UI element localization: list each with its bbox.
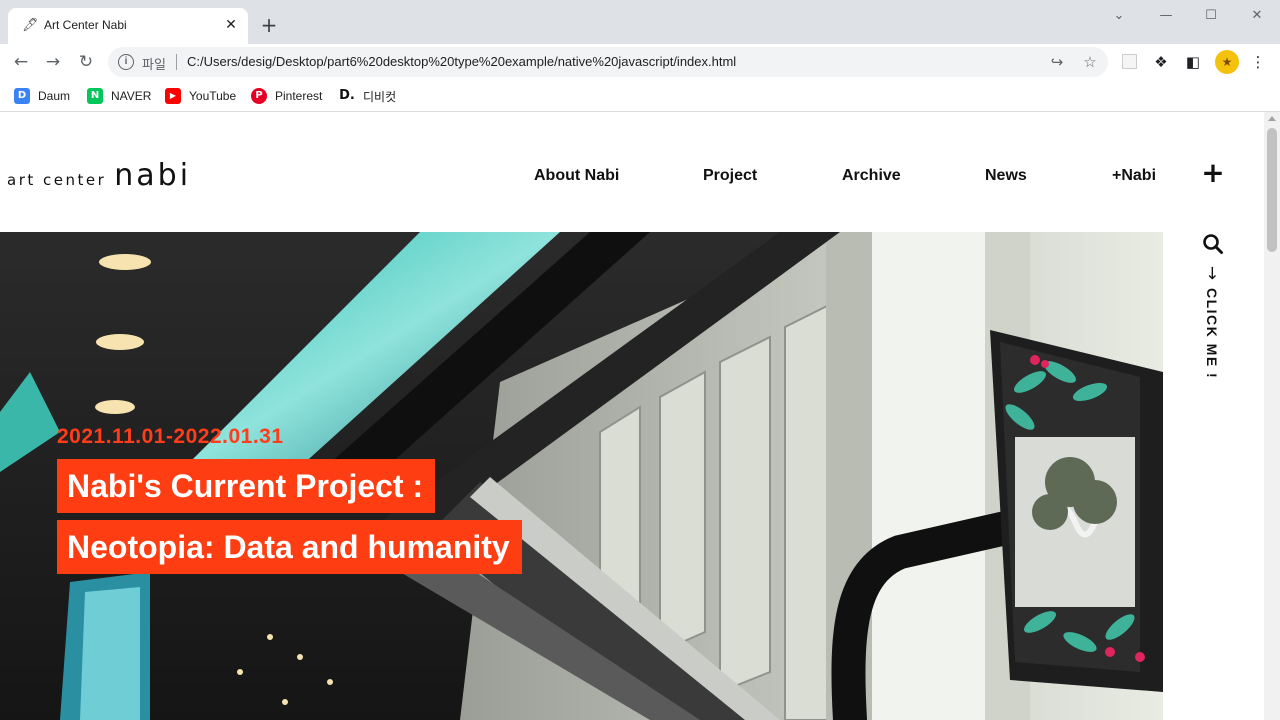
bookmark-label: 디비컷 bbox=[363, 89, 397, 104]
bookmark-dbcut[interactable]: D. 디비컷 bbox=[339, 85, 396, 107]
extension-icon[interactable] bbox=[1122, 54, 1137, 69]
click-me-toggle[interactable]: → CLICK ME ! bbox=[1202, 264, 1222, 379]
hero-title-line-2[interactable]: Neotopia: Data and humanity bbox=[57, 520, 522, 574]
extensions-puzzle-icon[interactable]: ❖ bbox=[1150, 51, 1172, 73]
bookmark-label: YouTube bbox=[189, 89, 237, 103]
page-scrollbar[interactable] bbox=[1264, 112, 1280, 720]
arrow-icon: → bbox=[1202, 265, 1222, 281]
bookmark-star-icon[interactable]: ☆ bbox=[1081, 53, 1099, 71]
daum-icon: D bbox=[14, 88, 30, 104]
nav-archive[interactable]: Archive bbox=[842, 167, 901, 185]
url-text[interactable]: C:/Users/desig/Desktop/part6%20desktop%2… bbox=[187, 54, 736, 69]
page-viewport: art center nabi About Nabi Project Archi… bbox=[0, 112, 1264, 720]
hero-title-line-1[interactable]: Nabi's Current Project : bbox=[57, 459, 436, 513]
reload-button[interactable]: ↻ bbox=[74, 50, 98, 74]
click-me-label: CLICK ME ! bbox=[1204, 288, 1220, 380]
profile-avatar[interactable]: ★ bbox=[1215, 50, 1239, 74]
bookmark-pinterest[interactable]: P Pinterest bbox=[251, 85, 322, 107]
logo-small-text: art center bbox=[7, 171, 107, 189]
browser-tab[interactable]: 🖋 Art Center Nabi ✕ bbox=[8, 8, 248, 44]
plus-icon[interactable]: + bbox=[1200, 159, 1226, 187]
bookmark-naver[interactable]: N NAVER bbox=[87, 85, 151, 107]
hero-banner: 2021.11.01-2022.01.31 Nabi's Current Pro… bbox=[0, 232, 1163, 720]
address-bar[interactable]: i 파일 C:/Users/desig/Desktop/part6%20desk… bbox=[108, 47, 1108, 77]
bookmark-label: NAVER bbox=[111, 89, 152, 103]
logo-big-text: nabi bbox=[114, 158, 192, 193]
tab-strip: 🖋 Art Center Nabi ✕ + ⌄ — ☐ ✕ bbox=[0, 0, 1280, 44]
bookmark-label: Daum bbox=[38, 89, 71, 103]
bookmark-youtube[interactable]: ▶ YouTube bbox=[165, 85, 236, 107]
site-logo[interactable]: art center nabi bbox=[7, 158, 191, 193]
bookmark-daum[interactable]: D Daum bbox=[14, 85, 70, 107]
address-divider bbox=[176, 54, 177, 70]
hero-date: 2021.11.01-2022.01.31 bbox=[57, 425, 284, 448]
minimize-button[interactable]: — bbox=[1155, 6, 1177, 26]
nav-project[interactable]: Project bbox=[703, 167, 757, 185]
close-tab-icon[interactable]: ✕ bbox=[222, 16, 240, 34]
new-tab-button[interactable]: + bbox=[258, 14, 280, 36]
tab-search-button[interactable]: ⌄ bbox=[1108, 6, 1130, 26]
share-icon[interactable]: ↪ bbox=[1048, 53, 1066, 71]
close-window-button[interactable]: ✕ bbox=[1246, 6, 1268, 26]
scroll-up-arrow-icon[interactable] bbox=[1268, 116, 1276, 121]
side-panel-icon[interactable]: ◧ bbox=[1182, 51, 1204, 73]
dbcut-icon: D. bbox=[339, 88, 355, 104]
bookmark-label: Pinterest bbox=[275, 89, 323, 103]
nav-news[interactable]: News bbox=[985, 167, 1027, 185]
pinterest-icon: P bbox=[251, 88, 267, 104]
browser-toolbar: ← → ↻ i 파일 C:/Users/desig/Desktop/part6%… bbox=[0, 44, 1280, 80]
nav-about-nabi[interactable]: About Nabi bbox=[534, 167, 619, 185]
feather-icon: 🖋 bbox=[22, 18, 39, 33]
back-button[interactable]: ← bbox=[9, 50, 33, 74]
site-info-icon[interactable]: i bbox=[118, 54, 134, 70]
search-icon[interactable] bbox=[1202, 233, 1224, 255]
protocol-label: 파일 bbox=[142, 57, 166, 72]
menu-kebab-icon[interactable]: ⋮ bbox=[1247, 51, 1269, 73]
youtube-icon: ▶ bbox=[165, 88, 181, 104]
tab-title: Art Center Nabi bbox=[44, 18, 127, 32]
naver-icon: N bbox=[87, 88, 103, 104]
nav-plus-nabi[interactable]: +Nabi bbox=[1112, 167, 1156, 185]
bookmarks-bar: D Daum N NAVER ▶ YouTube P Pinterest D. … bbox=[0, 80, 1280, 112]
scroll-thumb[interactable] bbox=[1267, 128, 1277, 252]
maximize-button[interactable]: ☐ bbox=[1200, 6, 1222, 26]
forward-button[interactable]: → bbox=[41, 50, 65, 74]
